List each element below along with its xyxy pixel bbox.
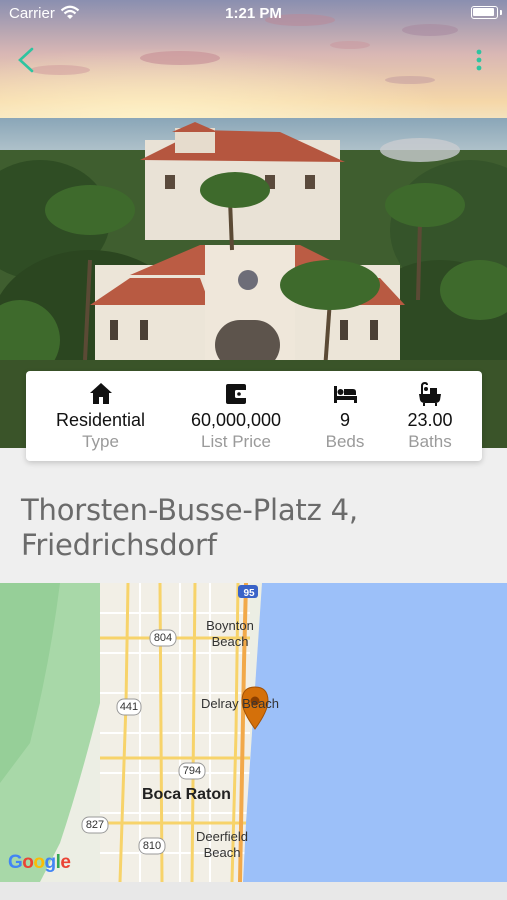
battery-icon (471, 6, 498, 19)
address-line-2: Friedrichsdorf (21, 528, 217, 562)
bathtub-icon (417, 381, 443, 407)
property-summary-card: Residential Type 60,000,000 List Price 9… (26, 371, 482, 461)
status-bar: Carrier 1:21 PM (0, 0, 507, 28)
stat-baths-label: Baths (408, 432, 452, 451)
route-794-shield: 794 (182, 765, 202, 777)
stat-baths-value: 23.00 (407, 410, 453, 430)
property-address: Thorsten-Busse-Platz 4, Friedrichsdorf (21, 493, 491, 563)
route-804-shield: 804 (153, 632, 173, 644)
stat-type-label: Type (82, 432, 119, 451)
stat-list-price-value: 60,000,000 (190, 410, 282, 430)
i95-shield: 95 (243, 588, 255, 599)
stat-beds-value: 9 (339, 410, 350, 430)
location-map[interactable]: 95 804 441 794 827 810 Boynton Beach Del… (0, 583, 507, 882)
stat-list-price-label: List Price (201, 432, 271, 451)
battery-tip (500, 10, 502, 15)
stat-type: Residential Type (34, 371, 167, 461)
stat-beds: 9 Beds (303, 371, 387, 461)
home-icon (88, 381, 114, 407)
clock: 1:21 PM (225, 5, 282, 22)
route-827-shield: 827 (85, 819, 105, 831)
stat-type-value: Residential (55, 410, 146, 430)
map-label-boca: Boca Raton (142, 786, 231, 803)
map-label-boynton: Boynton Beach (206, 618, 254, 649)
bottom-divider (0, 882, 507, 900)
chevron-left-icon (18, 47, 34, 73)
google-logo: Google (8, 852, 71, 873)
more-options-button[interactable] (471, 48, 487, 74)
back-button[interactable] (12, 45, 42, 75)
map-label-deerfield: Deerfield Beach (195, 829, 249, 860)
stat-beds-label: Beds (325, 432, 365, 451)
wallet-icon (223, 381, 249, 407)
address-line-1: Thorsten-Busse-Platz 4, (21, 493, 358, 527)
map-label-delray: Delray Beach (201, 696, 280, 711)
route-810-shield: 810 (142, 840, 162, 852)
route-441-shield: 441 (119, 701, 139, 713)
more-vertical-icon (476, 49, 482, 71)
bed-icon (332, 381, 358, 407)
stat-baths: 23.00 Baths (387, 371, 473, 461)
stat-list-price: 60,000,000 List Price (169, 371, 303, 461)
